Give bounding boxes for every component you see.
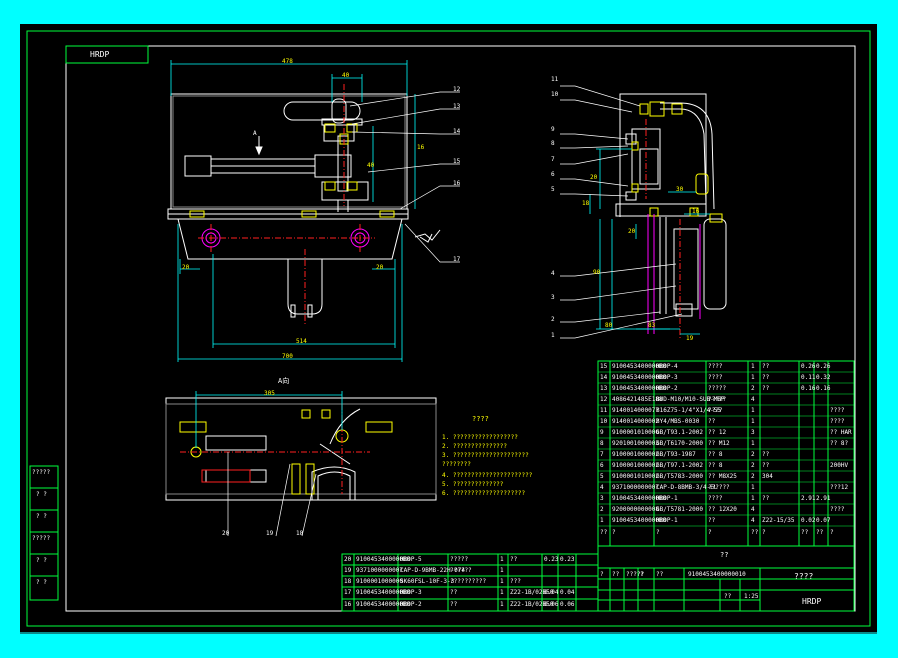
outer-border — [26, 30, 871, 627]
title-tag-box — [65, 45, 149, 64]
a-view — [165, 397, 437, 501]
front-view — [167, 84, 409, 324]
arrow-a — [255, 136, 263, 156]
a-view-dimensions — [195, 391, 343, 448]
lower-bom-grid — [341, 553, 599, 612]
drawing-sheet[interactable] — [20, 24, 877, 632]
side-view — [615, 93, 727, 339]
surface-symbol — [414, 229, 441, 243]
left-stamp-table — [29, 465, 59, 601]
side-leaders — [560, 85, 683, 339]
bom-table-grid — [597, 360, 855, 547]
cad-viewport[interactable]: HRDP A向 A ???? 1. ?????????????????? 2. … — [20, 24, 877, 634]
title-block-grid — [597, 545, 855, 612]
bom-row-lines — [598, 371, 854, 527]
